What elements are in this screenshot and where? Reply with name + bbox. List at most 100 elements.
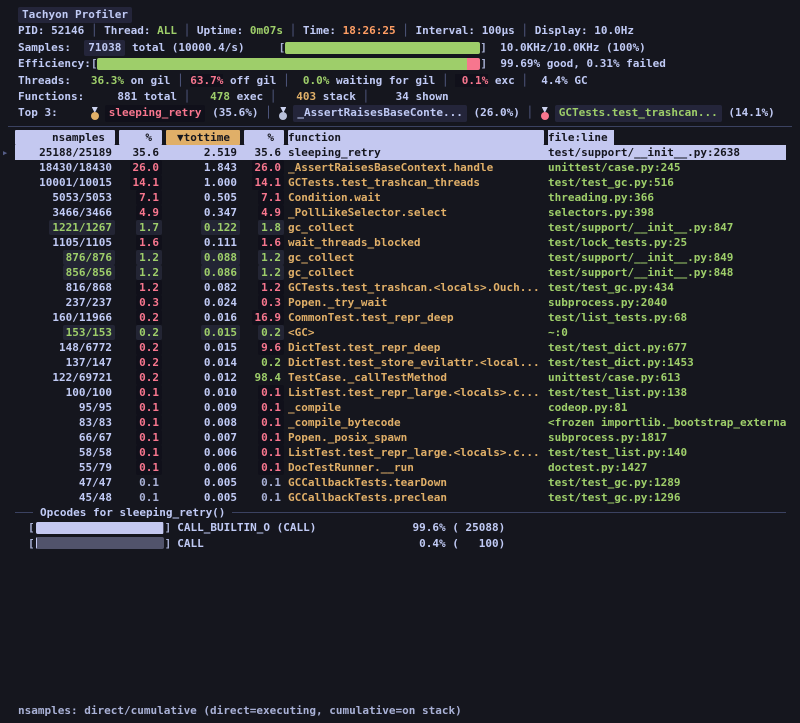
opcode-row: [] CALL_BUILTIN_O (CALL) 99.6% ( 25088) bbox=[15, 520, 786, 536]
table-row[interactable]: 122/69721 0.2 0.012 98.4 TestCase._callT… bbox=[15, 370, 786, 385]
cell-cumulative-percent: 0.3 bbox=[244, 295, 284, 310]
efficiency-line: Efficiency:[] 99.69% good, 0.31% failed bbox=[18, 56, 786, 72]
cell-nsamples: 3466/3466 bbox=[15, 205, 115, 220]
column-header-file-line[interactable]: file:line bbox=[548, 130, 786, 145]
table-row[interactable]: 58/58 0.1 0.006 0.1 ListTest.test_repr_l… bbox=[15, 445, 786, 460]
cell-cumulative-percent: 1.6 bbox=[244, 235, 284, 250]
column-header-nsamples[interactable]: nsamples bbox=[15, 130, 115, 145]
table-row[interactable]: 45/48 0.1 0.005 0.1 GCCallbackTests.prec… bbox=[15, 490, 786, 505]
top3-entries: sleeping_retry (35.6%) _AssertRaisesBase… bbox=[90, 105, 775, 121]
cell-cumulative-percent: 0.1 bbox=[244, 400, 284, 415]
table-row[interactable]: 47/47 0.1 0.005 0.1 GCCallbackTests.tear… bbox=[15, 475, 786, 490]
cell-percent: 35.6 bbox=[119, 145, 162, 160]
table-row[interactable]: 66/67 0.1 0.007 0.1 Popen._posix_spawn s… bbox=[15, 430, 786, 445]
cell-tottime: 0.016 bbox=[166, 310, 240, 325]
table-row[interactable]: 876/876 1.2 0.088 1.2 gc_collect test/su… bbox=[15, 250, 786, 265]
cell-nsamples: 83/83 bbox=[15, 415, 115, 430]
opcode-bar-close-bracket: ] bbox=[165, 521, 172, 534]
cell-nsamples: 100/100 bbox=[15, 385, 115, 400]
table-row[interactable]: 160/11966 0.2 0.016 16.9 CommonTest.test… bbox=[15, 310, 786, 325]
opcode-bar-track bbox=[36, 537, 164, 549]
column-header-cumulative-percent[interactable]: % bbox=[244, 130, 284, 145]
status-value: ALL bbox=[157, 24, 177, 37]
cell-nsamples: 5053/5053 bbox=[15, 190, 115, 205]
threads-segment: 0.0% waiting for gil bbox=[276, 73, 435, 89]
table-row[interactable]: 148/6772 0.2 0.015 9.6 DictTest.test_rep… bbox=[15, 340, 786, 355]
table-row[interactable]: 83/83 0.1 0.008 0.1 _compile_bytecode <f… bbox=[15, 415, 786, 430]
functions-segment: 34 shown bbox=[356, 89, 449, 105]
cell-tottime: 0.009 bbox=[166, 400, 240, 415]
cell-nsamples: 122/69721 bbox=[15, 370, 115, 385]
cell-function: GCTests.test_trashcan_threads bbox=[288, 175, 544, 190]
cell-file-line: test/support/__init__.py:847 bbox=[548, 220, 786, 235]
threads-segments: 36.3% on gil 63.7% off gil 0.0% waiting … bbox=[84, 73, 587, 89]
cell-function: GCCallbackTests.preclean bbox=[288, 490, 544, 505]
top3-entry: sleeping_retry (35.6%) bbox=[90, 105, 259, 121]
cell-function: Condition.wait bbox=[288, 190, 544, 205]
efficiency-label: Efficiency: bbox=[18, 56, 91, 72]
status-label: Uptime: bbox=[197, 24, 250, 37]
table-row[interactable]: 100/100 0.1 0.010 0.1 ListTest.test_repr… bbox=[15, 385, 786, 400]
cell-file-line: test/test_gc.py:1296 bbox=[548, 490, 786, 505]
table-row[interactable]: 95/95 0.1 0.009 0.1 _compile codeop.py:8… bbox=[15, 400, 786, 415]
column-header-function[interactable]: function bbox=[288, 130, 544, 145]
table-row[interactable]: 816/868 1.2 0.082 1.2 GCTests.test_trash… bbox=[15, 280, 786, 295]
cell-percent: 7.1 bbox=[119, 190, 162, 205]
cell-function: _compile bbox=[288, 400, 544, 415]
table-row[interactable]: 5053/5053 7.1 0.505 7.1 Condition.wait t… bbox=[15, 190, 786, 205]
opcode-row: [] CALL 0.4% ( 100) bbox=[15, 536, 786, 552]
column-header-tottime-sorted[interactable]: ▼tottime bbox=[166, 130, 240, 145]
table-row[interactable]: 1221/1267 1.7 0.122 1.8 gc_collect test/… bbox=[15, 220, 786, 235]
efficiency-bar bbox=[97, 58, 480, 70]
efficiency-bar-good-fill bbox=[97, 58, 467, 70]
cell-function: _compile_bytecode bbox=[288, 415, 544, 430]
samples-label: Samples: bbox=[18, 40, 84, 56]
cell-tottime: 0.088 bbox=[166, 250, 240, 265]
table-row[interactable]: 1105/1105 1.6 0.111 1.6 wait_threads_blo… bbox=[15, 235, 786, 250]
cell-nsamples: 55/79 bbox=[15, 460, 115, 475]
cell-tottime: 0.010 bbox=[166, 385, 240, 400]
threads-segment-value: 63.7% bbox=[190, 74, 223, 87]
table-row[interactable]: 18430/18430 26.0 1.843 26.0 _AssertRaise… bbox=[15, 160, 786, 175]
cell-function: Popen._posix_spawn bbox=[288, 430, 544, 445]
table-body: 25188/25189 35.6 2.519 35.6 sleeping_ret… bbox=[15, 145, 786, 505]
table-row[interactable]: 137/147 0.2 0.014 0.2 DictTest.test_stor… bbox=[15, 355, 786, 370]
table-row[interactable]: 153/153 0.2 0.015 0.2 <GC> ~:0 bbox=[15, 325, 786, 340]
cell-function: DocTestRunner.__run bbox=[288, 460, 544, 475]
threads-label: Threads: bbox=[18, 73, 84, 89]
table-row[interactable]: 10001/10015 14.1 1.000 14.1 GCTests.test… bbox=[15, 175, 786, 190]
threads-segment-label: exc bbox=[488, 74, 515, 87]
cell-nsamples: 148/6772 bbox=[15, 340, 115, 355]
cell-cumulative-percent: 0.1 bbox=[244, 490, 284, 505]
top3-function-name: GCTests.test_trashcan... bbox=[555, 105, 722, 121]
cell-file-line: ~:0 bbox=[548, 325, 786, 340]
status-label: Interval: bbox=[415, 24, 481, 37]
status-value: 10.0Hz bbox=[594, 24, 634, 37]
cell-cumulative-percent: 0.1 bbox=[244, 415, 284, 430]
opcodes-rows: [] CALL_BUILTIN_O (CALL) 99.6% ( 25088) … bbox=[15, 520, 786, 551]
table-row[interactable]: 237/237 0.3 0.024 0.3 Popen._try_wait su… bbox=[15, 295, 786, 310]
cell-nsamples: 1221/1267 bbox=[15, 220, 115, 235]
table-row[interactable]: 25188/25189 35.6 2.519 35.6 sleeping_ret… bbox=[15, 145, 786, 160]
cell-nsamples: 66/67 bbox=[15, 430, 115, 445]
table-row[interactable]: 3466/3466 4.9 0.347 4.9 _PollLikeSelecto… bbox=[15, 205, 786, 220]
column-header-percent[interactable]: % bbox=[119, 130, 162, 145]
cell-function: _PollLikeSelector.select bbox=[288, 205, 544, 220]
cell-cumulative-percent: 4.9 bbox=[244, 205, 284, 220]
functions-segment: 478 exec bbox=[177, 89, 263, 105]
cell-tottime: 0.007 bbox=[166, 430, 240, 445]
threads-segment-label: off gil bbox=[223, 74, 276, 87]
cell-tottime: 0.005 bbox=[166, 475, 240, 490]
cell-tottime: 0.024 bbox=[166, 295, 240, 310]
table-row[interactable]: 55/79 0.1 0.006 0.1 DocTestRunner.__run … bbox=[15, 460, 786, 475]
top3-label: Top 3: bbox=[18, 105, 58, 121]
functions-segment-value: 403 bbox=[283, 90, 316, 103]
cell-percent: 0.2 bbox=[119, 355, 162, 370]
status-label: Display: bbox=[535, 24, 595, 37]
status-item: Uptime: 0m07s bbox=[177, 23, 283, 39]
table-row[interactable]: 856/856 1.2 0.086 1.2 gc_collect test/su… bbox=[15, 265, 786, 280]
cell-tottime: 0.086 bbox=[166, 265, 240, 280]
cell-cumulative-percent: 16.9 bbox=[244, 310, 284, 325]
opcode-name: CALL_BUILTIN_O (CALL) bbox=[177, 521, 392, 534]
cell-cumulative-percent: 0.1 bbox=[244, 475, 284, 490]
